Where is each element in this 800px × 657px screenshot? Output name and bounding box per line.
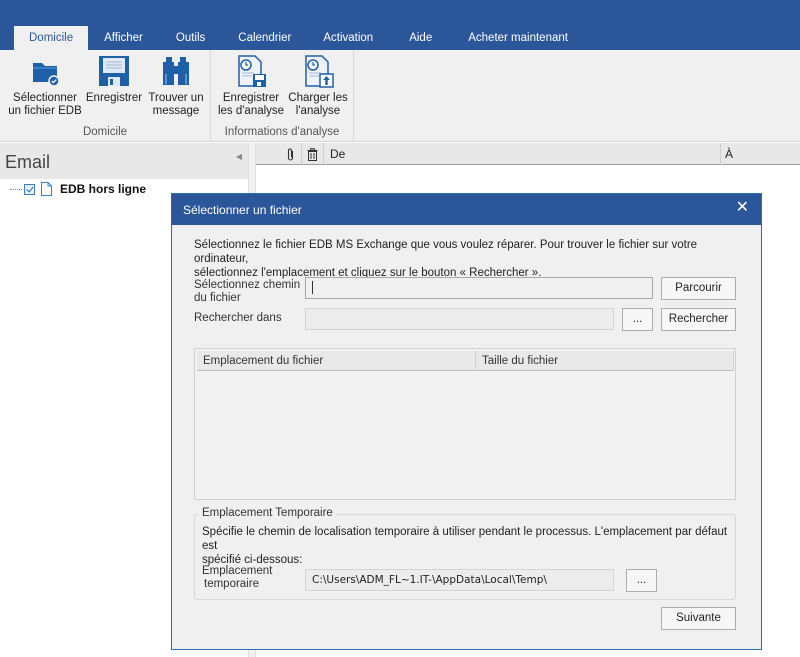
dialog-instructions: Sélectionnez le fichier EDB MS Exchange …: [194, 238, 744, 280]
file-path-label-line-1: Sélectionnez chemin: [194, 279, 301, 291]
message-list-header: De À: [256, 143, 800, 165]
dialog-title: Sélectionner un fichier: [183, 203, 302, 217]
floppy-disk-icon: [99, 56, 129, 86]
text-caret: [312, 281, 313, 295]
load-analysis-button[interactable]: Charger les l'analyse: [285, 54, 351, 118]
find-message-button[interactable]: Trouver un message: [146, 54, 206, 118]
temp-label-line-1: Emplacement: [202, 565, 273, 577]
select-file-dialog: Sélectionner un fichier ✕ Sélectionnez l…: [171, 193, 762, 650]
tab-domicile[interactable]: Domicile: [14, 26, 89, 50]
tab-afficher[interactable]: Afficher: [88, 26, 159, 50]
close-icon[interactable]: ✕: [736, 197, 749, 217]
ribbon-group-domicile: Sélectionner un fichier EDB Enregistrer: [0, 50, 211, 142]
file-path-input[interactable]: [305, 277, 653, 299]
folder-pane-header: Email ◀: [0, 143, 248, 179]
temp-location-group: Emplacement Temporaire Spécifie le chemi…: [194, 507, 736, 600]
search-button[interactable]: Rechercher: [661, 308, 736, 331]
document-icon: [41, 182, 52, 196]
folder-check-icon: [33, 63, 60, 87]
tree-checkbox[interactable]: [24, 183, 35, 195]
select-edb-file-label-1: Sélectionner: [13, 92, 77, 104]
browse-button[interactable]: Parcourir: [661, 277, 736, 300]
save-analysis-label-1: Enregistrer: [222, 92, 280, 104]
load-analysis-label-1: Charger les: [288, 92, 348, 104]
ribbon-group-analysis: Enregistrer les d'analyse Charger les l'…: [211, 50, 354, 142]
binoculars-icon: [163, 57, 189, 85]
column-to[interactable]: À: [720, 143, 800, 165]
load-analysis-label-2: l'analyse: [295, 105, 341, 117]
find-message-label-2: message: [152, 105, 200, 117]
title-bar: Domicile Afficher Outils Calendrier Acti…: [0, 0, 800, 50]
temp-location-legend: Emplacement Temporaire: [199, 507, 336, 519]
search-in-browse-button[interactable]: ...: [622, 308, 653, 331]
column-file-size[interactable]: Taille du fichier: [476, 351, 734, 371]
tab-activation[interactable]: Activation: [307, 26, 389, 50]
temp-location-browse-button[interactable]: ...: [626, 569, 657, 592]
save-button[interactable]: Enregistrer: [84, 54, 144, 105]
trash-icon: [307, 148, 318, 162]
tab-calendrier[interactable]: Calendrier: [222, 26, 307, 50]
instructions-line-1: Sélectionnez le fichier EDB MS Exchange …: [194, 239, 698, 265]
tree-item-label: EDB hors ligne: [60, 182, 147, 196]
tree-connector: [10, 188, 22, 190]
column-file-location[interactable]: Emplacement du fichier: [197, 351, 476, 371]
find-message-label-1: Trouver un: [148, 92, 204, 104]
ribbon-group-domicile-label: Domicile: [82, 126, 128, 138]
temp-desc-line-1: Spécifie le chemin de localisation tempo…: [202, 526, 728, 552]
select-edb-file-label-2: un fichier EDB: [8, 105, 82, 117]
column-from[interactable]: De: [323, 143, 719, 165]
save-label: Enregistrer: [85, 92, 143, 104]
tab-acheter-maintenant[interactable]: Acheter maintenant: [452, 26, 584, 50]
save-analysis-icon: [238, 55, 266, 87]
temp-label-line-2: temporaire: [204, 578, 259, 590]
temp-location-label: Emplacement temporaire: [202, 565, 272, 591]
file-path-label-line-2: du fichier: [194, 292, 241, 304]
temp-location-description: Spécifie le chemin de localisation tempo…: [202, 525, 732, 567]
temp-location-input[interactable]: C:\Users\ADM_FL~1.IT-\AppData\Local\Temp…: [305, 569, 614, 591]
ribbon-group-analysis-label: Informations d'analyse: [224, 126, 340, 138]
results-grid-header: Emplacement du fichier Taille du fichier: [197, 351, 734, 371]
ribbon-tabs: Domicile Afficher Outils Calendrier Acti…: [0, 26, 584, 50]
attachment-icon: [287, 148, 294, 161]
ribbon: Sélectionner un fichier EDB Enregistrer: [0, 50, 800, 142]
folder-pane-title: Email: [5, 152, 51, 172]
select-edb-file-button[interactable]: Sélectionner un fichier EDB: [6, 54, 84, 118]
search-in-input[interactable]: [305, 308, 614, 330]
file-path-label: Sélectionnez chemin du fichier: [194, 279, 300, 305]
app-window: Domicile Afficher Outils Calendrier Acti…: [0, 0, 800, 657]
load-analysis-icon: [305, 55, 334, 88]
search-results-grid[interactable]: Emplacement du fichier Taille du fichier: [194, 348, 736, 500]
save-analysis-button[interactable]: Enregistrer les d'analyse: [217, 54, 285, 118]
collapse-pane-icon[interactable]: ◀: [236, 152, 242, 161]
tab-aide[interactable]: Aide: [389, 26, 452, 50]
next-button[interactable]: Suivante: [661, 607, 736, 630]
column-delete[interactable]: [301, 143, 323, 165]
search-in-label: Rechercher dans: [194, 312, 282, 324]
save-analysis-label-2: les d'analyse: [217, 105, 285, 117]
tab-outils[interactable]: Outils: [159, 26, 222, 50]
dialog-title-bar: Sélectionner un fichier ✕: [172, 194, 761, 225]
